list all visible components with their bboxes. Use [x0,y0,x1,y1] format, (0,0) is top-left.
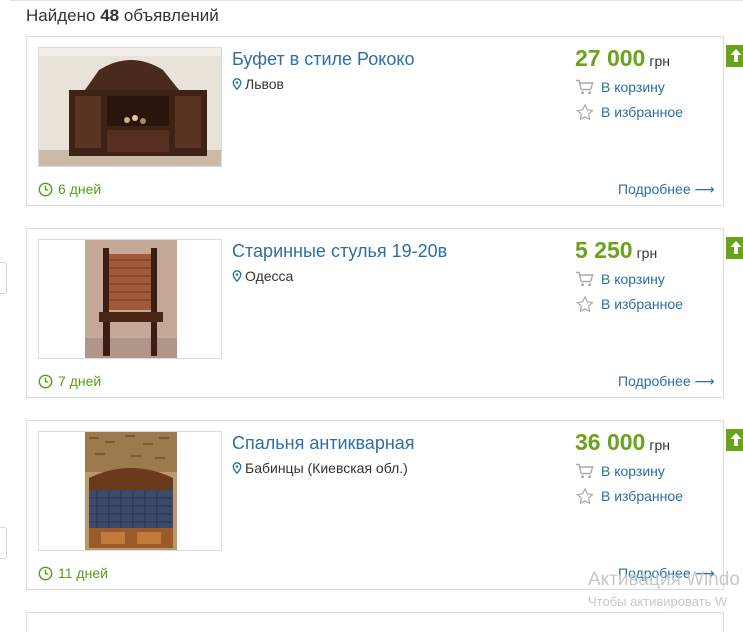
listing-price: 27 000 грн [575,45,670,72]
cart-label: В корзину [601,271,665,287]
shopping-cart-icon [576,79,594,94]
arrow-up-icon [730,49,742,62]
chair-photo [39,240,221,358]
listing-price: 36 000 грн [575,429,670,456]
listing-card-partial [26,612,724,632]
star-icon [576,488,594,504]
results-suffix: объявлений [123,6,219,25]
listing-title[interactable]: Спальня антикварная [232,433,415,454]
price-currency: грн [636,245,658,261]
listing-card: Буфет в стиле Рококо Львов 27 000 грн В к… [26,36,743,206]
cart-label: В корзину [601,463,665,479]
promote-button[interactable] [726,45,743,67]
windows-activation-watermark: Активация Windo [588,569,740,590]
add-to-favorites-button[interactable]: В избранное [575,296,683,312]
price-amount: 27 000 [575,45,646,71]
price-amount: 36 000 [575,429,646,455]
favorites-label: В избранное [601,104,683,120]
listing-photo[interactable] [38,239,222,359]
results-count: Найдено 48 объявлений [26,6,219,26]
windows-activation-hint: Чтобы активировать W [588,594,728,609]
listing-age: 6 дней [38,181,101,197]
map-pin-icon [232,270,242,282]
favorites-label: В избранное [601,488,683,504]
add-to-cart-button[interactable]: В корзину [575,79,665,95]
listing-photo[interactable] [38,431,222,551]
cart-label: В корзину [601,79,665,95]
add-to-cart-button[interactable]: В корзину [575,271,665,287]
price-currency: грн [649,53,670,69]
map-pin-icon [232,78,242,90]
map-pin-icon [232,462,242,474]
sidebar-stub [0,527,7,559]
left-edge [0,0,7,619]
results-number: 48 [100,6,120,25]
clock-icon [38,374,53,389]
listing-age: 7 дней [38,373,101,389]
listing-photo[interactable] [38,47,222,167]
buffet-photo [39,48,221,166]
listing-title[interactable]: Старинные стулья 19-20в [232,241,447,262]
details-link[interactable]: Подробнее ⟶ [618,373,715,390]
shopping-cart-icon [576,271,594,286]
listing-card: Спальня антикварная Бабинцы (Киевская об… [26,420,743,590]
promote-button[interactable] [726,429,743,451]
arrow-up-icon [730,241,742,254]
listing-location: Львов [232,76,284,92]
age-text: 6 дней [58,181,102,197]
location-text: Бабинцы (Киевская обл.) [245,460,408,476]
add-to-favorites-button[interactable]: В избранное [575,488,683,504]
price-currency: грн [649,437,670,453]
location-text: Одесса [245,268,294,284]
star-icon [576,296,594,312]
listing-location: Бабинцы (Киевская обл.) [232,460,408,476]
sidebar-stub [0,262,7,294]
shopping-cart-icon [576,463,594,478]
age-text: 7 дней [58,373,102,389]
add-to-favorites-button[interactable]: В избранное [575,104,683,120]
clock-icon [38,182,53,197]
listing-age: 11 дней [38,565,108,581]
clock-icon [38,566,53,581]
listing-title[interactable]: Буфет в стиле Рококо [232,49,414,70]
price-amount: 5 250 [575,237,633,263]
favorites-label: В избранное [601,296,683,312]
star-icon [576,104,594,120]
results-prefix: Найдено [26,6,96,25]
add-to-cart-button[interactable]: В корзину [575,463,665,479]
top-divider [10,0,743,1]
age-text: 11 дней [58,565,108,581]
location-text: Львов [245,76,284,92]
bedroom-photo [39,432,221,550]
listing-location: Одесса [232,268,293,284]
listing-price: 5 250 грн [575,237,657,264]
arrow-up-icon [730,433,742,446]
listing-card: Старинные стулья 19-20в Одесса 5 250 грн … [26,228,743,398]
details-link[interactable]: Подробнее ⟶ [618,181,715,198]
promote-button[interactable] [726,237,743,259]
